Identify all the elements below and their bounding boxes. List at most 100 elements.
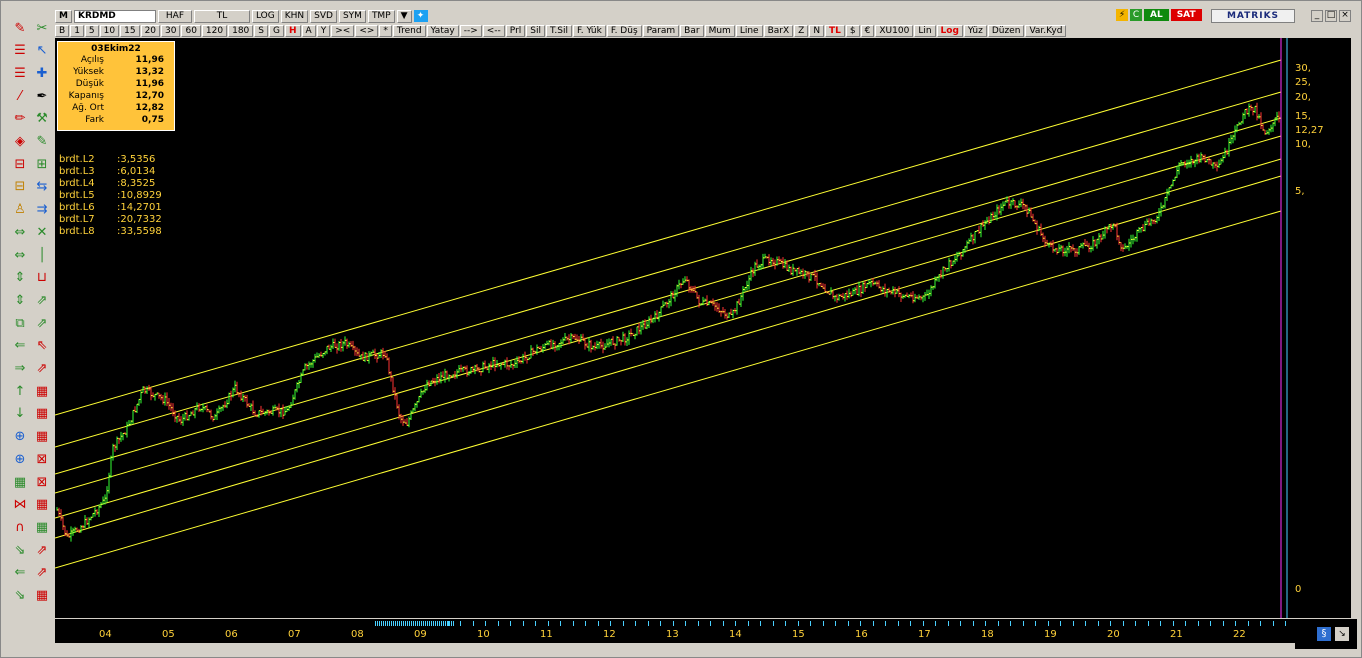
left-arrow-icon[interactable]: ⇐ [11, 564, 29, 582]
buy-button[interactable]: AL [1144, 9, 1169, 21]
vertical-icon[interactable]: ⇕ [11, 269, 29, 287]
pencil-icon[interactable]: ✏ [11, 110, 29, 128]
channel-line[interactable] [54, 117, 1282, 475]
toolbar-button-4[interactable]: 15 [120, 24, 140, 37]
twitter-icon[interactable]: ✦ [413, 10, 428, 22]
grid-icon[interactable]: ▦ [33, 496, 51, 514]
price-chart[interactable] [54, 38, 1351, 618]
list-icon[interactable]: ☰ [11, 64, 29, 82]
slash-icon[interactable]: ⁄ [11, 87, 29, 105]
toolbar-button-16[interactable]: <> [355, 24, 379, 37]
toolbar-button-17[interactable]: * [379, 24, 392, 37]
toolbar-button-2[interactable]: 5 [84, 24, 99, 37]
list-icon[interactable]: ☰ [11, 42, 29, 60]
toolbar-button-7[interactable]: 60 [181, 24, 201, 37]
up-icon[interactable]: ↑ [11, 382, 29, 400]
toolbar-button-32[interactable]: Z [794, 24, 809, 37]
vertical-icon[interactable]: ⇕ [11, 291, 29, 309]
close-icon[interactable]: ✕ [33, 223, 51, 241]
toolbar-button-33[interactable]: N [809, 24, 825, 37]
pen-icon[interactable]: ✒ [33, 87, 51, 105]
pencil-icon[interactable]: ✎ [11, 19, 29, 37]
down-right-icon[interactable]: ⇘ [11, 541, 29, 559]
box-icon[interactable]: ⊠ [33, 450, 51, 468]
toolbar-button-18[interactable]: Trend [392, 24, 426, 37]
scissors-icon[interactable]: ✂ [33, 19, 51, 37]
toolbar-button-9[interactable]: 180 [228, 24, 254, 37]
toolbar-button-1[interactable]: 1 [70, 24, 84, 37]
log-button[interactable]: LOG [251, 9, 279, 23]
shape-icon[interactable]: ◈ [11, 133, 29, 151]
zoom-icon[interactable]: ⊕ [11, 450, 29, 468]
arch-icon[interactable]: ∩ [11, 518, 29, 536]
toolbar-button-41[interactable]: Düzen [987, 24, 1025, 37]
vertical-scrollbar[interactable] [1351, 38, 1358, 618]
symbol-input[interactable]: KRDMD [73, 9, 156, 23]
grid-icon[interactable]: ▦ [33, 405, 51, 423]
toolbar-button-10[interactable]: S [254, 24, 269, 37]
plus-box-icon[interactable]: ⊞ [33, 155, 51, 173]
toolbar-button-12[interactable]: H [285, 24, 301, 37]
toolbar-button-25[interactable]: F. Yük [573, 24, 606, 37]
right-arrow-icon[interactable]: ⇒ [11, 360, 29, 378]
minus-box-icon[interactable]: ⊟ [11, 178, 29, 196]
toolbar-button-8[interactable]: 120 [201, 24, 228, 37]
left-arrow-icon[interactable]: ⇐ [11, 337, 29, 355]
pencil-icon[interactable]: ✎ [33, 133, 51, 151]
toolbar-button-3[interactable]: 10 [99, 24, 120, 37]
refresh-icon[interactable]: C [1130, 9, 1142, 21]
toolbar-button-26[interactable]: F. Düş [606, 24, 642, 37]
up-right-icon[interactable]: ⇗ [33, 541, 51, 559]
cursor-icon[interactable]: ↖ [33, 42, 51, 60]
crosshair-icon[interactable]: ✚ [33, 64, 51, 82]
toolbar-button-13[interactable]: A [301, 24, 316, 37]
channel-line[interactable] [54, 135, 1282, 494]
toolbar-button-29[interactable]: Mum [704, 24, 735, 37]
magnet-icon[interactable]: ⊔ [33, 269, 51, 287]
menu-m-button[interactable]: M [55, 9, 72, 23]
pawn-icon[interactable]: ♙ [11, 201, 29, 219]
toolbar-button-6[interactable]: 30 [161, 24, 181, 37]
box-icon[interactable]: ⊠ [33, 473, 51, 491]
swap-icon[interactable]: ⇆ [33, 178, 51, 196]
diagonal-icon[interactable]: ⇗ [33, 291, 51, 309]
channel-line[interactable] [54, 158, 1282, 519]
scroll-right-icon[interactable]: ↘ [1335, 627, 1349, 641]
dropdown-icon[interactable]: ▼ [396, 9, 412, 23]
toolbar-button-5[interactable]: 20 [140, 24, 161, 37]
bowtie-icon[interactable]: ⋈ [11, 496, 29, 514]
copy-icon[interactable]: ⧉ [11, 314, 29, 332]
tmp-button[interactable]: TMP [367, 9, 395, 23]
sym-button[interactable]: SYM [338, 9, 366, 23]
khn-button[interactable]: KHN [280, 9, 309, 23]
down-right-icon[interactable]: ⇘ [11, 587, 29, 605]
grid-icon[interactable]: ▦ [33, 518, 51, 536]
diagonal-icon[interactable]: ⇗ [33, 314, 51, 332]
toolbar-button-37[interactable]: XU100 [875, 24, 914, 37]
toolbar-button-34[interactable]: TL [825, 24, 845, 37]
up-left-icon[interactable]: ⇖ [33, 337, 51, 355]
toolbar-button-30[interactable]: Line [735, 24, 763, 37]
grid-icon[interactable]: ▦ [33, 587, 51, 605]
minimize-icon[interactable]: _ [1311, 10, 1323, 22]
line-icon[interactable]: │ [33, 246, 51, 264]
toolbar-button-0[interactable]: B [55, 24, 70, 37]
settings-icon[interactable]: § [1317, 627, 1331, 641]
period-button[interactable]: HAF [157, 9, 192, 23]
toolbar-button-22[interactable]: Prl [505, 24, 526, 37]
maximize-icon[interactable]: □ [1325, 10, 1337, 22]
toolbar-button-39[interactable]: Log [936, 24, 963, 37]
channel-line[interactable] [54, 175, 1282, 539]
toolbar-button-15[interactable]: >< [331, 24, 355, 37]
up-right-icon[interactable]: ⇗ [33, 360, 51, 378]
up-right-icon[interactable]: ⇗ [33, 564, 51, 582]
toolbar-button-11[interactable]: G [269, 24, 284, 37]
svd-button[interactable]: SVD [310, 9, 337, 23]
close-icon[interactable]: × [1339, 10, 1351, 22]
toolbar-button-19[interactable]: Yatay [426, 24, 459, 37]
down-icon[interactable]: ↓ [11, 405, 29, 423]
zoom-icon[interactable]: ⊕ [11, 428, 29, 446]
toolbar-button-14[interactable]: Y [316, 24, 331, 37]
chart-canvas[interactable] [54, 38, 1351, 618]
sell-button[interactable]: SAT [1170, 9, 1202, 21]
